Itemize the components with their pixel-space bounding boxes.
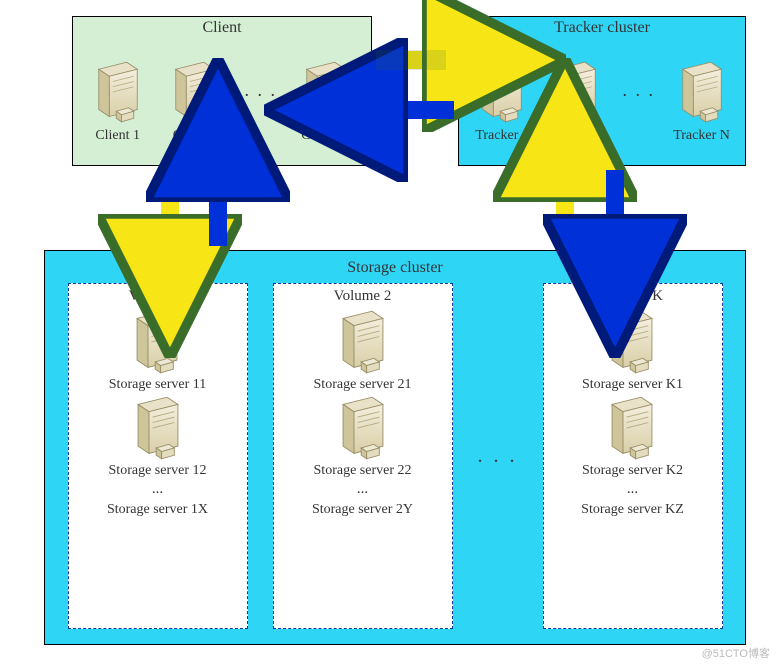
server-icon: [128, 309, 186, 375]
ellipsis: ...: [357, 481, 368, 498]
client-cluster-title: Client: [73, 17, 371, 37]
ellipsis: ...: [152, 481, 163, 498]
server-icon: [298, 60, 354, 124]
storage-label: Storage server 21: [314, 377, 412, 393]
storage-label: Storage server 22: [314, 463, 412, 479]
storage-node: Storage server 21: [314, 309, 412, 393]
storage-node: Storage server 22: [314, 395, 412, 479]
tracker-node: Tracker 2: [548, 60, 604, 144]
storage-label: Storage server K2: [582, 463, 683, 479]
server-icon: [334, 395, 392, 461]
server-icon: [474, 60, 530, 124]
tracker-cluster-title: Tracker cluster: [459, 17, 745, 37]
storage-cluster-title: Storage cluster: [45, 251, 745, 277]
client-node: Client M: [298, 60, 354, 144]
tracker-node: Tracker N: [673, 60, 730, 144]
storage-node: Storage server K2: [582, 395, 683, 479]
tracker-label: Tracker N: [673, 128, 730, 144]
tracker-cluster: Tracker cluster Tracker 1 Tracker 2 . . …: [458, 16, 746, 166]
client-node: Client 2: [167, 60, 223, 144]
server-icon: [674, 60, 730, 124]
client-label: Client 2: [173, 128, 218, 144]
volume-title: Volume 2: [334, 288, 392, 305]
storage-label: Storage server K1: [582, 377, 683, 393]
ellipsis: ...: [627, 481, 638, 498]
server-icon: [548, 60, 604, 124]
storage-label: Storage server 12: [109, 463, 207, 479]
ellipsis: . . .: [244, 80, 277, 125]
server-icon: [90, 60, 146, 124]
client-node: Client 1: [90, 60, 146, 144]
storage-label: Storage server KZ: [581, 502, 684, 518]
server-icon: [167, 60, 223, 124]
watermark: @51CTO博客: [702, 645, 770, 661]
storage-label: Storage server 1X: [107, 502, 208, 518]
server-icon: [603, 309, 661, 375]
volume-title: Volume 1: [129, 288, 187, 305]
volumes-row: Volume 1 Storage server 11 Storage serve…: [45, 277, 745, 629]
tracker-label: Tracker 2: [550, 128, 604, 144]
ellipsis: . . .: [623, 80, 656, 125]
client-label: Client 1: [95, 128, 140, 144]
client-row: Client 1 Client 2 . . . Client M: [73, 37, 371, 163]
storage-label: Storage server 11: [109, 377, 206, 393]
server-icon: [334, 309, 392, 375]
client-label: Client M: [301, 128, 351, 144]
storage-cluster: Storage cluster Volume 1 Storage server …: [44, 250, 746, 645]
tracker-node: Tracker 1: [474, 60, 530, 144]
server-icon: [603, 395, 661, 461]
volume-title: Volume K: [602, 288, 663, 305]
server-icon: [129, 395, 187, 461]
client-cluster: Client Client 1 Client 2 . . . Client M: [72, 16, 372, 166]
tracker-label: Tracker 1: [475, 128, 529, 144]
volume: Volume 2 Storage server 21 Storage serve…: [273, 283, 453, 629]
storage-node: Storage server K1: [582, 309, 683, 393]
volume: Volume K Storage server K1 Storage serve…: [543, 283, 723, 629]
storage-node: Storage server 12: [109, 395, 207, 479]
storage-node: Storage server 11: [109, 309, 206, 393]
tracker-row: Tracker 1 Tracker 2 . . . Tracker N: [459, 37, 745, 163]
storage-label: Storage server 2Y: [312, 502, 413, 518]
ellipsis: . . .: [478, 445, 518, 468]
volume: Volume 1 Storage server 11 Storage serve…: [68, 283, 248, 629]
